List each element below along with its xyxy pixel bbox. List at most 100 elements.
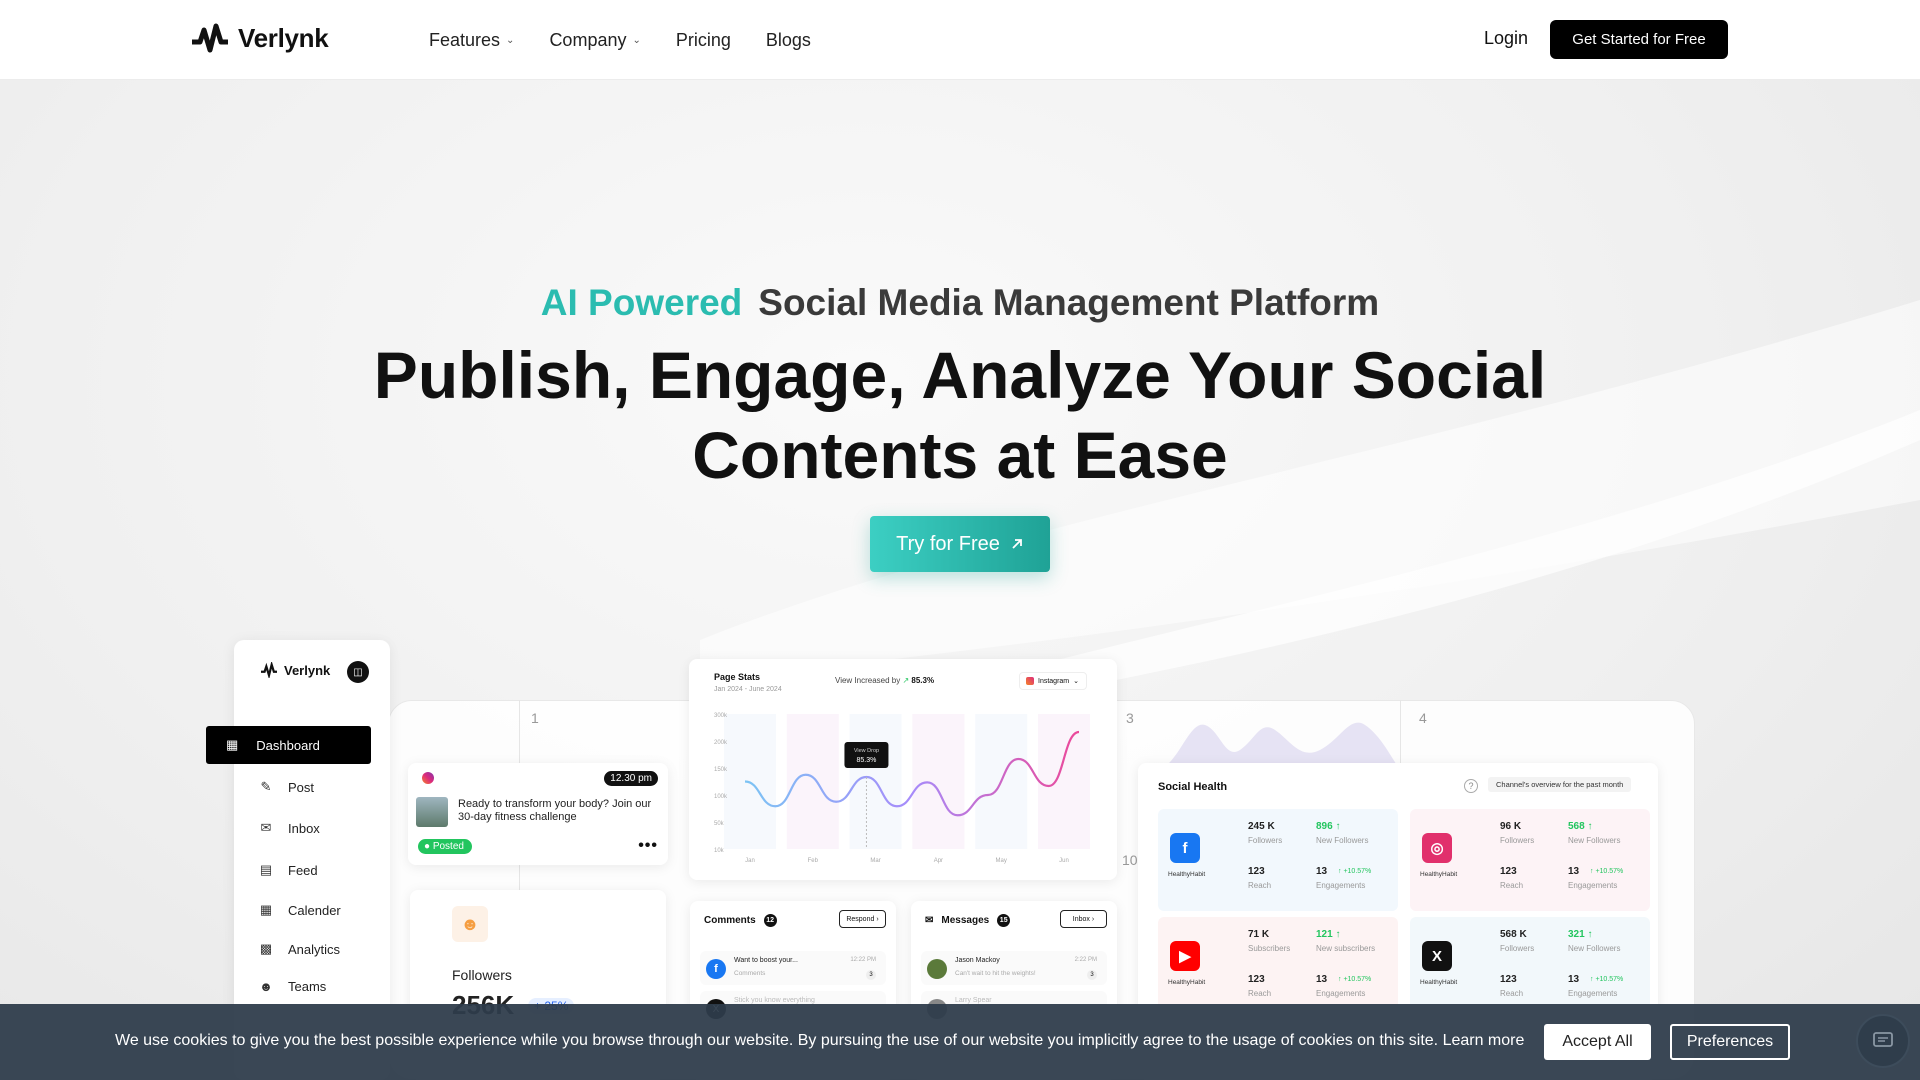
tooltip-value: 85.3% xyxy=(857,757,877,764)
inbox-label: Inbox xyxy=(1072,915,1090,923)
accept-all-button[interactable]: Accept All xyxy=(1544,1024,1651,1060)
get-started-button[interactable]: Get Started for Free xyxy=(1550,20,1728,59)
sidebar-item-analytics[interactable]: ▩ Analytics xyxy=(258,941,340,957)
sidebar-item-label: Calender xyxy=(288,902,341,918)
channel-account: HealthyHabit xyxy=(1168,871,1206,878)
metric-value: 123 xyxy=(1248,974,1265,985)
brand-logo[interactable]: Verlynk xyxy=(190,20,329,56)
grid-icon: ▦ xyxy=(226,737,239,752)
nav-pricing[interactable]: Pricing xyxy=(676,30,731,51)
metric-value: 321 ↑ xyxy=(1568,929,1593,940)
comment-row[interactable]: f Want to boost your... Comments 12:22 P… xyxy=(700,951,886,985)
x-tick-label: Apr xyxy=(934,858,943,864)
metric-label: Followers xyxy=(1500,944,1535,953)
chart-band xyxy=(1038,714,1090,849)
sidebar-item-feed[interactable]: ▤ Feed xyxy=(258,862,318,878)
respond-button[interactable]: Respond › xyxy=(839,910,886,928)
x-tick-label: May xyxy=(996,858,1007,864)
learn-more-link[interactable]: Learn more xyxy=(1443,1032,1525,1049)
metric-change: ↑ +10.57% xyxy=(1338,868,1372,875)
cookie-text: We use cookies to give you the best poss… xyxy=(115,1032,1524,1050)
post-thumbnail xyxy=(416,797,448,827)
more-options-icon[interactable]: ••• xyxy=(638,837,658,855)
arrow-up-right-icon xyxy=(1012,539,1022,549)
metric-value: 123 xyxy=(1500,866,1517,877)
hero-subtitle-text: Social Media Management Platform xyxy=(758,282,1380,323)
metric-value: 13 xyxy=(1316,866,1328,877)
sidebar-toggle-icon[interactable]: ◫ xyxy=(347,661,369,683)
edit-icon: ✎ xyxy=(260,779,272,794)
messages-count: 15 xyxy=(997,914,1011,927)
channel-tile-facebook[interactable]: f HealthyHabit 245 K Followers 896 ↑ New Foll… xyxy=(1158,809,1398,911)
message-row[interactable]: Jason Mackoy Can't wait to hit the weigh… xyxy=(921,951,1107,985)
x-tick-label: Jan xyxy=(745,858,755,864)
board-bg-waves xyxy=(1160,722,1400,770)
chat-icon[interactable] xyxy=(1856,1014,1910,1068)
x-tick-label: Feb xyxy=(808,858,819,864)
respond-label: Respond xyxy=(846,915,875,923)
x-tick-label: Mar xyxy=(870,858,880,864)
sidebar-brand: Verlynk xyxy=(284,662,331,678)
post-text: Ready to transform your body? Join our 3… xyxy=(458,798,652,823)
instagram-icon: ◎ xyxy=(1422,833,1452,863)
metric-label: Followers xyxy=(1248,836,1283,845)
social-health-badge: Channel's overview for the past month xyxy=(1488,777,1632,792)
page-stats-chart: 300k 200k 150k 100k 50k 10k Jan Feb Mar Apr May Jun… xyxy=(714,713,1090,864)
comments-header: Comments 12 xyxy=(704,914,777,927)
nav-features-label: Features xyxy=(429,29,501,50)
metric-label: New Followers xyxy=(1568,944,1621,953)
metric-value: 568 ↑ xyxy=(1568,821,1593,832)
y-tick-label: 10k xyxy=(714,848,725,854)
metric-label: New Followers xyxy=(1316,836,1369,845)
preferences-button[interactable]: Preferences xyxy=(1670,1024,1790,1060)
messages-header: ✉ Messages 15 xyxy=(925,914,1011,927)
column-number: 4 xyxy=(1419,710,1427,726)
sidebar-item-calender[interactable]: ▦ Calender xyxy=(258,902,341,918)
mail-icon: ✉ xyxy=(925,915,934,926)
sidebar-item-dashboard[interactable]: ▦ Dashboard xyxy=(206,726,371,764)
metric-label: Engagements xyxy=(1568,881,1618,890)
message-sender: Larry Spear xyxy=(955,997,992,1004)
users-icon: ☻ xyxy=(259,979,273,994)
metric-label: Reach xyxy=(1248,881,1272,890)
brand-name: Verlynk xyxy=(238,22,329,53)
metric-label: Reach xyxy=(1500,989,1524,998)
inbox-button[interactable]: Inbox › xyxy=(1060,910,1107,928)
tooltip-title: View Drop xyxy=(854,748,879,754)
cookie-message: We use cookies to give you the best poss… xyxy=(115,1032,1439,1049)
chevron-down-icon: ⌄ xyxy=(632,34,641,46)
try-for-free-button[interactable]: Try for Free xyxy=(870,516,1050,572)
channel-account: HealthyHabit xyxy=(1168,979,1206,986)
youtube-icon: ▶ xyxy=(1170,941,1200,971)
calendar-icon: ▦ xyxy=(259,902,273,917)
y-tick-label: 50k xyxy=(714,821,725,827)
users-icon: ☻ xyxy=(452,906,488,942)
sidebar-item-label: Feed xyxy=(288,862,318,878)
hero-accent: AI Powered xyxy=(540,282,743,323)
comment-title: Stick you know everything xyxy=(734,997,815,1004)
sidebar-item-label: Teams xyxy=(288,979,327,994)
verlynk-logo-icon xyxy=(192,23,228,53)
metric-label: Engagements xyxy=(1568,989,1618,998)
message-time: 2:22 PM xyxy=(1074,957,1097,963)
feed-icon: ▤ xyxy=(259,862,273,877)
y-tick-label: 300k xyxy=(714,713,728,719)
login-link[interactable]: Login xyxy=(1484,28,1528,49)
channel-tile-instagram[interactable]: ◎ HealthyHabit 96 K Followers 568 ↑ New Follo… xyxy=(1410,809,1650,911)
sidebar-item-post[interactable]: ✎ Post xyxy=(258,779,314,795)
nav-features[interactable]: Features ⌄ xyxy=(429,30,514,51)
sidebar-item-label: Dashboard xyxy=(256,737,320,753)
chevron-down-icon: ⌄ xyxy=(506,34,515,46)
scheduled-post-card[interactable]: 12.30 pm Ready to transform your body? J… xyxy=(408,763,668,865)
sidebar-item-teams[interactable]: ☻ Teams xyxy=(258,979,326,994)
nav-company[interactable]: Company ⌄ xyxy=(549,30,640,51)
nav-blogs[interactable]: Blogs xyxy=(766,30,811,51)
metric-value: 123 xyxy=(1500,974,1517,985)
sidebar-item-inbox[interactable]: ✉ Inbox xyxy=(258,820,320,836)
y-tick-label: 100k xyxy=(714,794,728,800)
column-number: 1 xyxy=(531,710,539,726)
metric-label: Engagements xyxy=(1316,881,1366,890)
column-number: 10 xyxy=(1122,852,1138,868)
info-icon[interactable]: ? xyxy=(1464,779,1478,793)
page-stats-card: Page Stats Jan 2024 - June 2024 View Inc… xyxy=(689,659,1117,880)
